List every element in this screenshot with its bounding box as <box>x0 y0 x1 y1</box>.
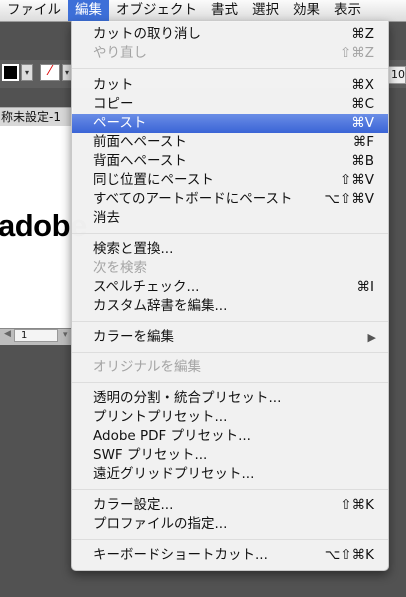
menu-item-label: プロファイルの指定... <box>93 516 228 532</box>
menu-item-redo: やり直し ⇧⌘Z <box>72 44 388 63</box>
menu-item-shortcut: ⌥⇧⌘K <box>324 547 374 563</box>
menu-item-label: 背面へペースト <box>93 153 187 169</box>
menu-item-shortcut: ⌘V <box>351 115 374 131</box>
stroke-none-icon[interactable]: ⁄ <box>40 64 60 81</box>
menu-item-shortcut: ⌘Z <box>351 26 374 42</box>
menu-item-shortcut: ⌘F <box>352 134 374 150</box>
edit-menu-dropdown: カットの取り消し ⌘Z やり直し ⇧⌘Z カット ⌘X コピー ⌘C ペースト … <box>71 21 389 571</box>
menu-file[interactable]: ファイル <box>0 0 68 21</box>
menu-item-label: 検索と置換... <box>93 241 174 257</box>
menu-item-label: カラー設定... <box>93 497 174 513</box>
menu-separator <box>72 489 388 490</box>
prev-artboard-icon[interactable]: ◀ <box>4 329 11 339</box>
artboard-dropdown-icon[interactable]: ▾ <box>63 330 68 340</box>
menu-item-transparency-flattener-presets[interactable]: 透明の分割・統合プリセット... <box>72 389 388 408</box>
menu-item-label: ペースト <box>93 115 147 131</box>
menu-item-label: オリジナルを編集 <box>93 359 201 375</box>
menu-item-paste-in-place[interactable]: 同じ位置にペースト ⇧⌘V <box>72 171 388 190</box>
menu-object[interactable]: オブジェクト <box>109 0 204 21</box>
menu-item-label: カットの取り消し <box>93 26 201 42</box>
menu-item-paste-in-front[interactable]: 前面へペースト ⌘F <box>72 133 388 152</box>
menu-item-edit-original: オリジナルを編集 <box>72 358 388 377</box>
menu-item-label: コピー <box>93 96 134 112</box>
menu-item-spell-check[interactable]: スペルチェック... ⌘I <box>72 278 388 297</box>
menu-separator <box>72 382 388 383</box>
menu-item-label: 次を検索 <box>93 260 147 276</box>
menu-item-edit-custom-dictionary[interactable]: カスタム辞書を編集... <box>72 297 388 316</box>
menu-item-label: Adobe PDF プリセット... <box>93 428 251 444</box>
menu-item-swf-presets[interactable]: SWF プリセット... <box>72 446 388 465</box>
menu-item-clear[interactable]: 消去 <box>72 209 388 228</box>
menu-item-label: やり直し <box>93 45 147 61</box>
menu-item-shortcut: ⌘C <box>351 96 374 112</box>
menu-item-color-settings[interactable]: カラー設定... ⇧⌘K <box>72 496 388 515</box>
menu-item-print-presets[interactable]: プリントプリセット... <box>72 408 388 427</box>
submenu-arrow-icon: ▶ <box>367 331 376 344</box>
artboard-number-field[interactable]: 1 <box>14 329 58 342</box>
menu-item-pdf-presets[interactable]: Adobe PDF プリセット... <box>72 427 388 446</box>
menu-edit[interactable]: 編集 <box>68 0 109 21</box>
menu-item-cut[interactable]: カット ⌘X <box>72 76 388 95</box>
menu-item-label: カット <box>93 77 134 93</box>
document-tab[interactable]: 称未設定-1 <box>0 107 73 126</box>
menu-item-copy[interactable]: コピー ⌘C <box>72 95 388 114</box>
menu-separator <box>72 233 388 234</box>
menu-effect[interactable]: 効果 <box>286 0 327 21</box>
menu-item-undo-cut[interactable]: カットの取り消し ⌘Z <box>72 25 388 44</box>
menu-item-shortcut: ⇧⌘V <box>339 172 374 188</box>
menu-item-paste-in-back[interactable]: 背面へペースト ⌘B <box>72 152 388 171</box>
fill-dropdown-icon[interactable]: ▾ <box>21 64 33 81</box>
stroke-weight-field[interactable]: 10 <box>388 66 406 84</box>
menu-item-label: キーボードショートカット... <box>93 547 268 563</box>
menu-item-paste[interactable]: ペースト ⌘V <box>72 114 388 133</box>
menu-item-shortcut: ⌘I <box>356 279 374 295</box>
fill-swatch[interactable] <box>2 64 19 81</box>
menu-type[interactable]: 書式 <box>204 0 245 21</box>
menu-item-label: SWF プリセット... <box>93 447 208 463</box>
menu-item-label: 遠近グリッドプリセット... <box>93 466 255 482</box>
menu-item-perspective-grid-presets[interactable]: 遠近グリッドプリセット... <box>72 465 388 484</box>
menu-item-keyboard-shortcuts[interactable]: キーボードショートカット... ⌥⇧⌘K <box>72 546 388 565</box>
menu-item-label: 前面へペースト <box>93 134 187 150</box>
menu-item-label: 同じ位置にペースト <box>93 172 214 188</box>
menu-item-label: すべてのアートボードにペースト <box>93 191 293 207</box>
menu-item-shortcut: ⌘B <box>351 153 374 169</box>
menu-item-find-replace[interactable]: 検索と置換... <box>72 240 388 259</box>
menu-separator <box>72 539 388 540</box>
menu-separator <box>72 352 388 353</box>
menu-item-label: 消去 <box>93 210 120 226</box>
menu-item-label: カラーを編集 <box>93 329 174 345</box>
menu-item-paste-all-artboards[interactable]: すべてのアートボードにペースト ⌥⇧⌘V <box>72 190 388 209</box>
menu-item-shortcut: ⌘X <box>351 77 374 93</box>
menu-item-label: スペルチェック... <box>93 279 200 295</box>
menu-item-edit-colors[interactable]: カラーを編集 ▶ <box>72 328 388 347</box>
menu-separator <box>72 321 388 322</box>
menu-item-label: プリントプリセット... <box>93 409 228 425</box>
menu-view[interactable]: 表示 <box>327 0 368 21</box>
menu-item-label: カスタム辞書を編集... <box>93 298 228 314</box>
menu-item-shortcut: ⇧⌘Z <box>339 45 374 61</box>
menu-item-shortcut: ⇧⌘K <box>340 497 374 513</box>
menu-item-find-next: 次を検索 <box>72 259 388 278</box>
menu-item-label: 透明の分割・統合プリセット... <box>93 390 282 406</box>
menu-bar: ファイル 編集 オブジェクト 書式 選択 効果 表示 <box>0 0 406 22</box>
menu-separator <box>72 68 388 69</box>
menu-item-assign-profile[interactable]: プロファイルの指定... <box>72 515 388 534</box>
menu-item-shortcut: ⌥⇧⌘V <box>324 191 374 207</box>
menu-select[interactable]: 選択 <box>245 0 286 21</box>
